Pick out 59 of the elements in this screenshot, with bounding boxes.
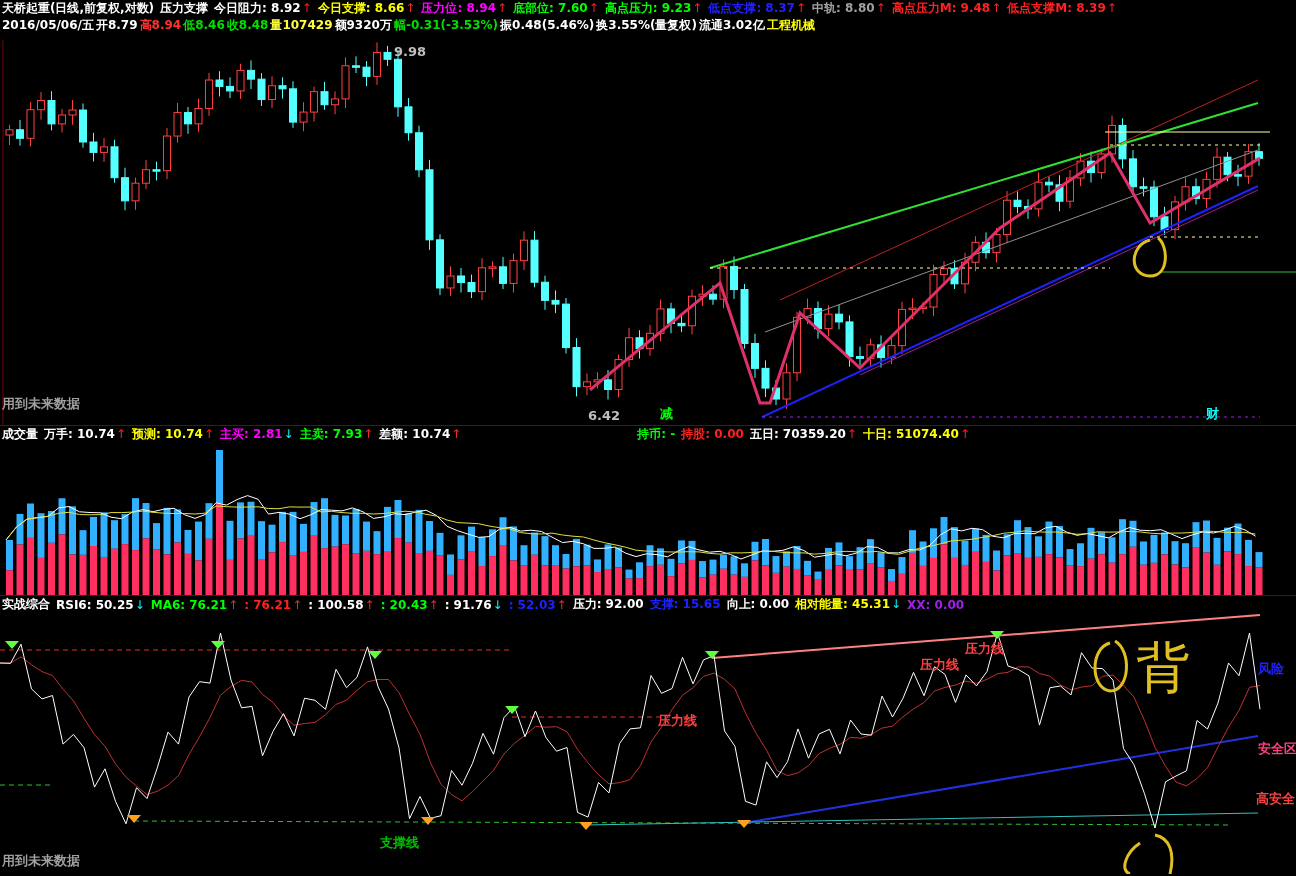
quote-field: 幅-0.31(-3.53%) (393, 17, 499, 34)
chart-label: 高安全 (1256, 791, 1295, 806)
chart-label: 9.98 (394, 44, 427, 59)
indicator-value: 低点支撑M: 8.39↑ (1007, 0, 1117, 17)
indicator-value: 低点支撑: 8.37↑ (708, 0, 807, 17)
quote-field: 流通3.02亿 (698, 17, 765, 34)
indicator-value: : 76.21↑ (244, 597, 303, 612)
indicator-value: 高点压力M: 9.48↑ (891, 0, 1002, 17)
indicator-value: 差额: 10.74↑ (379, 426, 462, 443)
indicator-value: : 100.58↑ (308, 597, 375, 612)
stock-title: 天桥起重(日线,前复权,对数) (2, 0, 155, 17)
indicator-value: 支撑: 15.65 (649, 596, 721, 613)
indicator-value: 预测: 10.74↑ (132, 426, 214, 443)
handwritten-character: 背 (1136, 641, 1190, 695)
quote-field: 振0.48(5.46%) (500, 17, 595, 34)
quote-field: 2016/05/06/五 (2, 17, 94, 34)
indicator-value: 今日阻力: 8.92↑ (214, 0, 312, 17)
quote-field: 量107429 (270, 17, 333, 34)
indicator-value: 压力: 92.00 (572, 596, 644, 613)
indicator-name: 压力支撑 (160, 0, 209, 17)
quote-field: 开8.79 (95, 17, 138, 34)
indicator-value: 中轨: 8.80↑ (812, 0, 886, 17)
quote-field: 低8.46 (183, 17, 225, 34)
chart-label: 6.42 (588, 408, 621, 423)
indicator-value: 五日: 70359.20↑ (749, 426, 857, 443)
indicator-value: : 52.03↑ (508, 597, 567, 612)
chart-label: 用到未来数据 (2, 853, 80, 868)
indicator-value: 高点压力: 9.23↑ (604, 0, 703, 17)
indicator-value: 持股: 0.00 (681, 426, 744, 443)
indicator-value: RSI6: 50.25↓ (56, 597, 145, 612)
chart-label: 减 (660, 406, 673, 421)
indicator-value: 向上: 0.00 (726, 596, 790, 613)
chart-label: 财 (1206, 406, 1219, 421)
chart-label: 压力线 (658, 713, 697, 728)
quote-field: 额9320万 (334, 17, 392, 34)
indicator-value: 主卖: 7.93↑ (299, 426, 374, 443)
quote-field: 工程机械 (766, 17, 815, 34)
indicator-value: 压力位: 8.94↑ (421, 0, 508, 17)
chart-label: 压力线 (920, 657, 959, 672)
quote-field: 换3.55%(量复权) (596, 17, 697, 34)
indicator-value: 十日: 51074.40↑ (862, 426, 970, 443)
indicator-value: 今日支撑: 8.66↑ (317, 0, 416, 17)
indicator-value: 主买: 2.81↓ (220, 426, 294, 443)
indicator-value: 相对能量: 45.31↓ (795, 596, 902, 613)
panel-title: 成交量 (2, 426, 38, 443)
chart-label: 支撑线 (380, 835, 419, 850)
panel-title: 实战综合 (2, 596, 50, 613)
indicator-value: : 91.76↓ (444, 597, 503, 612)
chart-label: 风险 (1258, 661, 1284, 676)
quote-field: 高8.94 (139, 17, 182, 34)
indicator-value: : 20.43↑ (380, 597, 439, 612)
indicator-value: 底部位: 7.60↑ (513, 0, 599, 17)
indicator-value: 持币: - (637, 426, 676, 443)
quote-field: 收8.48 (226, 17, 269, 34)
indicator-value: 万手: 10.74↑ (44, 426, 126, 443)
chart-label: 安全区 (1258, 741, 1296, 756)
indicator-value: MA6: 76.21↑ (150, 597, 239, 612)
chart-label: 用到未来数据 (2, 396, 80, 411)
indicator-value: XX: 0.00 (907, 597, 965, 612)
